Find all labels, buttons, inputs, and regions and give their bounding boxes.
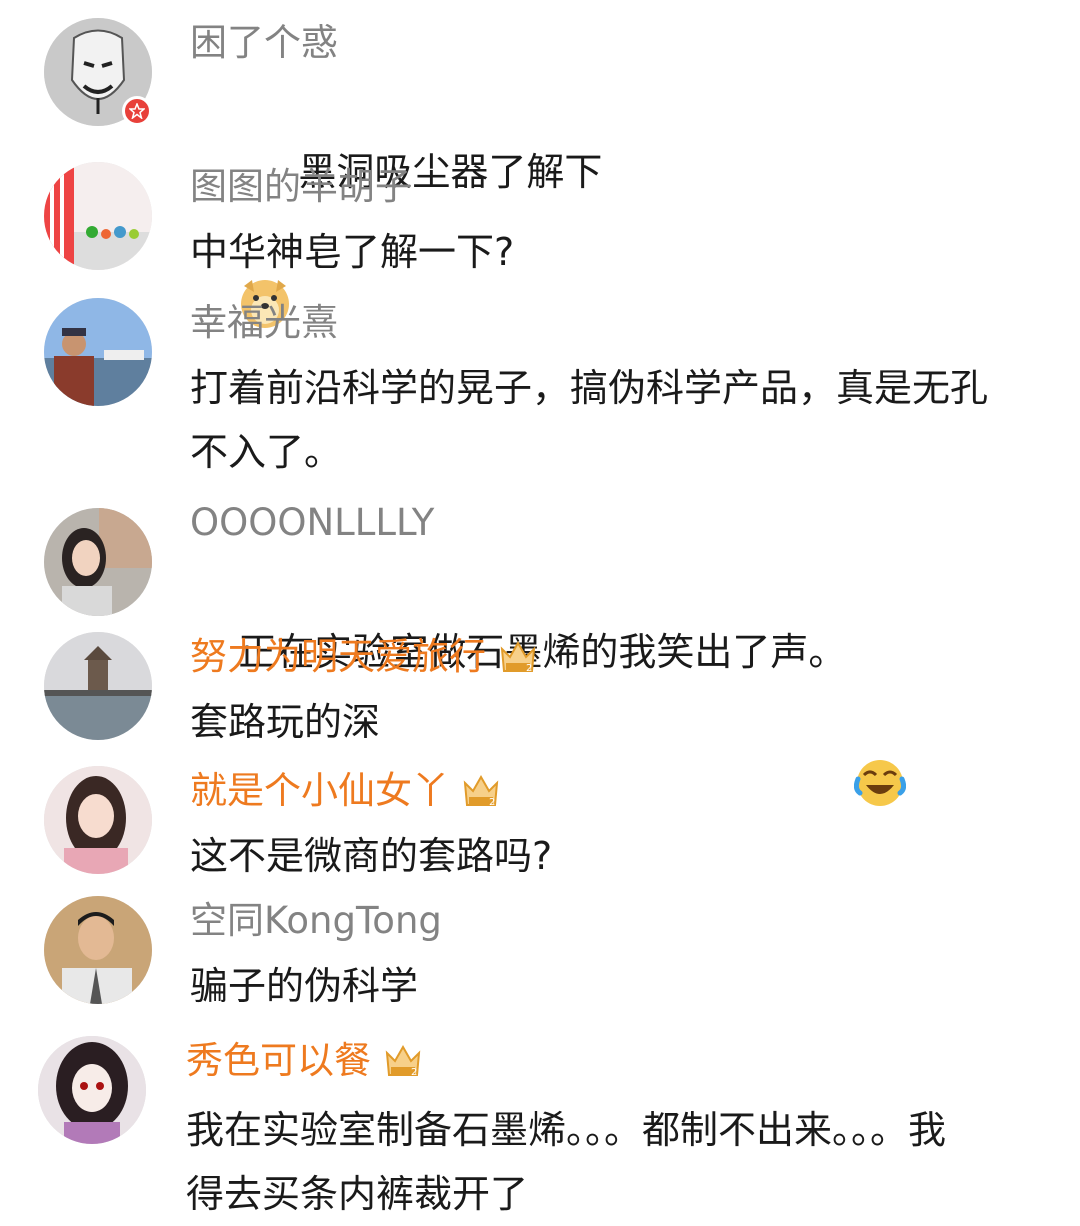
avatar[interactable] (44, 896, 152, 1004)
avatar[interactable] (44, 162, 152, 270)
avatar[interactable] (44, 766, 152, 874)
vip-crown-icon: 2 (461, 771, 501, 811)
avatar[interactable] (38, 1036, 146, 1144)
room-avatar-icon (44, 162, 152, 270)
username[interactable]: 幸福光熹 (190, 300, 338, 346)
verified-badge-icon (122, 96, 152, 126)
username[interactable]: 努力为明天爱旅行 2 (190, 634, 538, 680)
username[interactable]: 就是个小仙女丫 2 (190, 768, 501, 814)
username[interactable]: 图图的羊胡子 (190, 164, 412, 210)
svg-text:2: 2 (526, 663, 532, 674)
svg-text:2: 2 (489, 797, 495, 808)
avatar[interactable] (44, 508, 152, 616)
laugh-cry-emoji-icon (854, 629, 907, 806)
username[interactable]: 空同KongTong (190, 898, 442, 944)
fairy-girl-avatar-icon (44, 766, 152, 874)
comment-text: 中华神皂了解一下? (190, 230, 515, 274)
comment-text: 套路玩的深 (190, 700, 381, 744)
comment-text: 打着前沿科学的晃子，搞伪科学产品，真是无孔不入了。 (190, 366, 989, 474)
comment-text: 骗子的伪科学 (190, 964, 419, 1008)
svg-text:2: 2 (411, 1067, 417, 1078)
tower-avatar-icon (44, 632, 152, 740)
man-avatar-icon (44, 896, 152, 1004)
vip-crown-icon: 2 (498, 637, 538, 677)
username[interactable]: 困了个惑 (190, 20, 338, 66)
seaside-avatar-icon (44, 298, 152, 406)
avatar[interactable] (44, 298, 152, 406)
girl-avatar-icon (44, 508, 152, 616)
comment-text: 我在实验室制备石墨烯。。。都制不出来。。。我得去买条内裤裁开了 (186, 1108, 947, 1216)
comment-text: 这不是微商的套路吗? (190, 834, 553, 878)
vip-crown-icon: 2 (383, 1041, 423, 1081)
username[interactable]: OOOONLLLLY (190, 500, 434, 546)
avatar[interactable] (44, 632, 152, 740)
username[interactable]: 秀色可以餐 2 (186, 1038, 423, 1084)
doll-avatar-icon (38, 1036, 146, 1144)
